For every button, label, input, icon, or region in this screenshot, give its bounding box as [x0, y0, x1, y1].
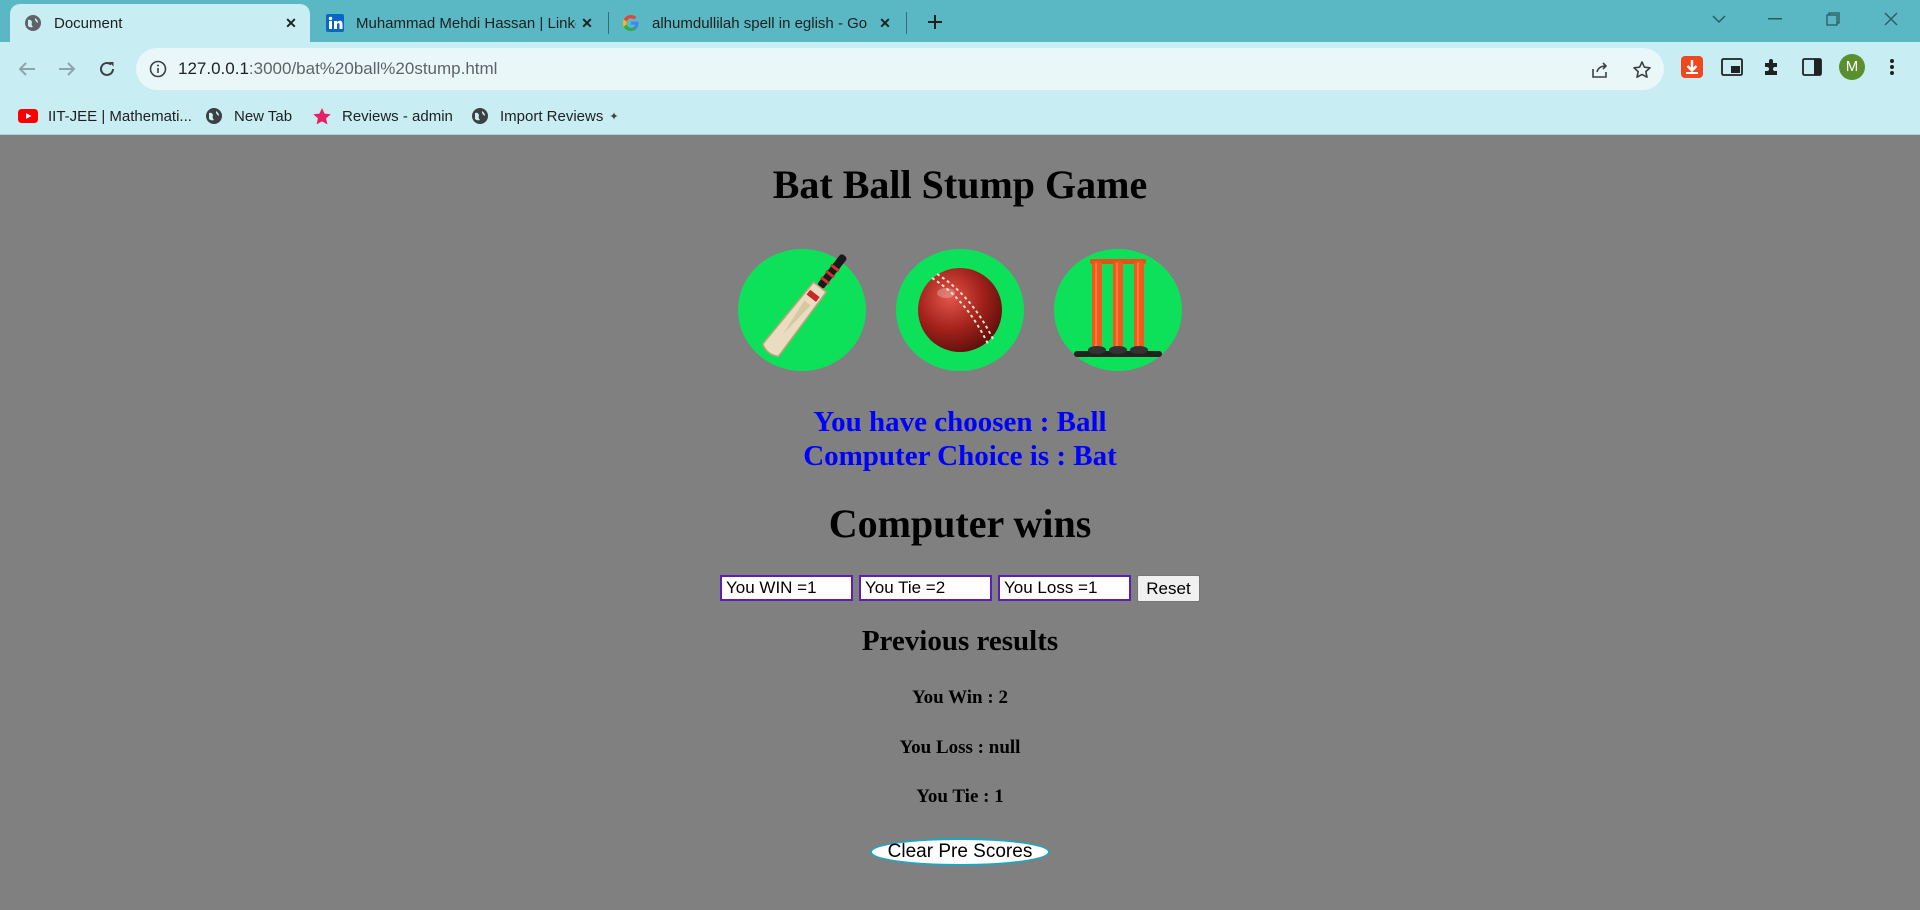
more-vertical-icon — [1890, 59, 1894, 75]
browser-toolbar: 127.0.0.1:3000/bat%20ball%20stump.html M — [0, 42, 1920, 97]
loss-score-field[interactable] — [998, 575, 1131, 601]
youtube-icon — [18, 107, 38, 125]
google-icon — [622, 14, 640, 32]
bookmark-iit-jee[interactable]: IIT-JEE | Mathemati... — [18, 105, 192, 127]
globe-icon — [204, 107, 224, 125]
choice-buttons — [738, 249, 1182, 371]
bookmark-label: Import Reviews — [500, 107, 604, 125]
user-choice-text: You have choosen : Ball — [813, 406, 1107, 438]
tab-separator — [906, 12, 907, 34]
forward-button[interactable] — [52, 54, 82, 84]
picture-in-picture-button[interactable] — [1719, 54, 1745, 80]
arrow-right-icon — [59, 62, 76, 76]
close-icon — [1884, 12, 1898, 26]
new-tab-button[interactable] — [920, 8, 950, 36]
close-tab-icon[interactable]: ✕ — [280, 12, 302, 34]
page-title: Bat Ball Stump Game — [772, 162, 1148, 207]
previous-results-title: Previous results — [861, 625, 1059, 657]
reset-button[interactable]: Reset — [1137, 575, 1200, 602]
tab-separator — [608, 12, 609, 34]
address-bar[interactable]: 127.0.0.1:3000/bat%20ball%20stump.html — [136, 48, 1664, 90]
extension-downloader[interactable] — [1679, 54, 1705, 80]
profile-avatar[interactable]: M — [1839, 54, 1865, 80]
tab-title: Document — [54, 14, 123, 32]
close-window-button[interactable] — [1868, 2, 1914, 36]
previous-tie: You Tie : 1 — [916, 786, 1004, 807]
plus-icon — [928, 15, 942, 29]
bookmark-import-reviews[interactable]: Import Reviews ✦ — [470, 105, 619, 127]
restore-button[interactable] — [1810, 2, 1856, 36]
close-tab-icon[interactable]: ✕ — [874, 12, 896, 34]
chevron-down-icon — [1712, 15, 1726, 24]
download-extension-icon — [1681, 56, 1703, 78]
game-page: Bat Ball Stump Game You have choosen: B… — [0, 135, 1920, 910]
bookmark-label: New Tab — [234, 107, 293, 125]
linkedin-icon — [326, 14, 344, 32]
minimize-button[interactable] — [1752, 2, 1798, 36]
back-button[interactable] — [12, 54, 42, 84]
url-text[interactable]: 127.0.0.1:3000/bat%20ball%20stump.html — [178, 59, 497, 79]
avatar-initial: M — [1845, 58, 1859, 75]
reload-icon — [100, 61, 114, 76]
tab-strip: Document ✕ Muhammad Mehdi Hassan | Linke… — [0, 0, 1920, 42]
computer-choice-text: Computer Choice is : Bat — [803, 440, 1117, 472]
url-path: :3000/bat%20ball%20stump.html — [248, 59, 498, 78]
globe-icon — [470, 107, 490, 125]
cricket-ball-icon — [918, 268, 1002, 352]
browser-menu-button[interactable] — [1879, 54, 1905, 80]
arrow-left-icon — [18, 62, 35, 76]
url-host: 127.0.0.1 — [178, 59, 249, 78]
share-button[interactable] — [1588, 58, 1612, 82]
stump-choice-button[interactable] — [1054, 249, 1182, 371]
share-icon — [1592, 62, 1608, 78]
bookmark-star-button[interactable] — [1630, 58, 1654, 82]
side-panel-button[interactable] — [1799, 54, 1825, 80]
star-icon — [312, 107, 332, 125]
bookmark-new-tab[interactable]: New Tab — [204, 105, 292, 127]
previous-win: You Win : 2 — [912, 687, 1008, 708]
cricket-stumps-icon — [1074, 259, 1162, 357]
tab-google[interactable]: alhumdullilah spell in eglish - Go ✕ — [612, 4, 904, 42]
tab-title: alhumdullilah spell in eglish - Go — [652, 14, 868, 32]
bat-choice-button[interactable] — [738, 249, 866, 371]
tie-score-field[interactable] — [859, 575, 992, 601]
clear-pre-scores-button[interactable]: Clear Pre Scores — [870, 838, 1050, 866]
side-panel-icon — [1802, 58, 1822, 76]
picture-in-picture-icon — [1721, 58, 1743, 76]
info-icon[interactable] — [148, 59, 168, 79]
star-outline-icon — [1633, 61, 1651, 78]
previous-loss: You Loss : null — [899, 737, 1021, 758]
bookmark-label: IIT-JEE | Mathemati... — [48, 107, 192, 125]
result-text: Computer wins — [828, 501, 1092, 546]
reload-button[interactable] — [92, 54, 122, 84]
tab-linkedin[interactable]: Muhammad Mehdi Hassan | Linke ✕ — [316, 4, 606, 42]
sparkle-icon: ✦ — [609, 110, 619, 123]
close-tab-icon[interactable]: ✕ — [576, 12, 598, 34]
tab-search-button[interactable] — [1696, 2, 1742, 36]
minimize-icon — [1768, 18, 1782, 20]
win-score-field[interactable] — [720, 575, 853, 601]
bookmarks-bar: IIT-JEE | Mathemati... New Tab Reviews -… — [0, 97, 1920, 135]
extensions-button[interactable] — [1759, 54, 1785, 80]
bookmark-label: Reviews - admin — [342, 107, 453, 125]
puzzle-icon — [1765, 59, 1777, 75]
ball-choice-button[interactable] — [896, 249, 1024, 371]
tab-document[interactable]: Document ✕ — [10, 4, 310, 42]
restore-icon — [1826, 12, 1840, 26]
tab-title: Muhammad Mehdi Hassan | Linke — [356, 14, 576, 32]
bookmark-reviews-admin[interactable]: Reviews - admin — [312, 105, 453, 127]
cricket-bat-icon — [761, 254, 847, 358]
globe-icon — [24, 14, 42, 32]
